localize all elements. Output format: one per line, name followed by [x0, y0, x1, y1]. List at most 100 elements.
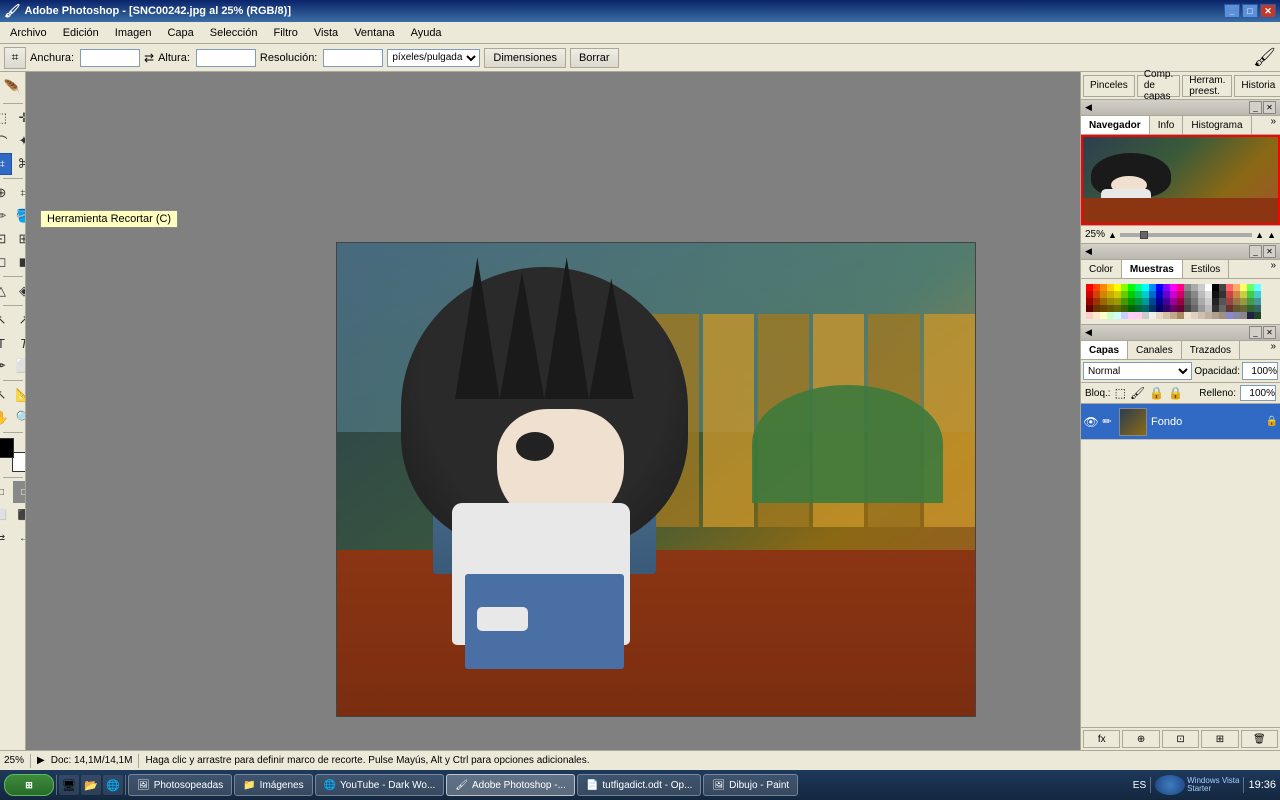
- color-cell-81[interactable]: [1128, 305, 1135, 312]
- color-cell-49[interactable]: [1254, 291, 1261, 298]
- document-canvas[interactable]: [336, 242, 976, 717]
- menu-imagen[interactable]: Imagen: [107, 25, 160, 41]
- color-cell-27[interactable]: [1100, 291, 1107, 298]
- canales-tab[interactable]: Canales: [1128, 341, 1182, 359]
- color-cell-63[interactable]: [1177, 298, 1184, 305]
- color-cell-96[interactable]: [1233, 305, 1240, 312]
- color-cell-10[interactable]: [1156, 284, 1163, 291]
- color-cell-18[interactable]: [1212, 284, 1219, 291]
- color-cell-4[interactable]: [1114, 284, 1121, 291]
- color-cell-29[interactable]: [1114, 291, 1121, 298]
- color-cell-82[interactable]: [1135, 305, 1142, 312]
- color-cell-102[interactable]: [1100, 312, 1107, 319]
- layer-brush-icon[interactable]: ✏: [1099, 414, 1115, 430]
- color-cell-95[interactable]: [1226, 305, 1233, 312]
- zoom-tool[interactable]: 🔍: [13, 407, 26, 429]
- color-cell-32[interactable]: [1135, 291, 1142, 298]
- color-cell-74[interactable]: [1254, 298, 1261, 305]
- lasso-tool[interactable]: ⌒: [0, 130, 12, 152]
- status-arrow[interactable]: ▶: [37, 755, 45, 766]
- color-cell-110[interactable]: [1156, 312, 1163, 319]
- color-cell-99[interactable]: [1254, 305, 1261, 312]
- fullscreen-view-btn[interactable]: ⬛: [13, 504, 26, 526]
- color-cell-105[interactable]: [1121, 312, 1128, 319]
- color-cell-52[interactable]: [1100, 298, 1107, 305]
- delete-layer-btn[interactable]: 🗑: [1241, 730, 1278, 748]
- color-cell-115[interactable]: [1191, 312, 1198, 319]
- maximize-button[interactable]: □: [1242, 4, 1258, 18]
- menu-seleccion[interactable]: Selección: [202, 25, 266, 41]
- color-cell-34[interactable]: [1149, 291, 1156, 298]
- color-cell-93[interactable]: [1212, 305, 1219, 312]
- color-cell-20[interactable]: [1226, 284, 1233, 291]
- color-cell-85[interactable]: [1156, 305, 1163, 312]
- color-cell-122[interactable]: [1240, 312, 1247, 319]
- move-tool[interactable]: ✛: [13, 107, 26, 129]
- anchura-input[interactable]: [80, 49, 140, 67]
- brush-tool[interactable]: ✏: [0, 205, 12, 227]
- lock-transparent-btn[interactable]: ⬚: [1115, 386, 1126, 400]
- color-cell-56[interactable]: [1128, 298, 1135, 305]
- color-cell-72[interactable]: [1240, 298, 1247, 305]
- lock-all-btn[interactable]: 🔒: [1168, 386, 1183, 400]
- color-cell-13[interactable]: [1177, 284, 1184, 291]
- color-cell-3[interactable]: [1107, 284, 1114, 291]
- resolucion-input[interactable]: [323, 49, 383, 67]
- color-cell-106[interactable]: [1128, 312, 1135, 319]
- color-cell-67[interactable]: [1205, 298, 1212, 305]
- pattern-stamp-tool[interactable]: ⊞: [13, 228, 26, 250]
- nav-expand-btn[interactable]: »: [1266, 116, 1280, 134]
- color-cell-100[interactable]: [1086, 312, 1093, 319]
- layer-row-fondo[interactable]: 👁 ✏ Fondo 🔒: [1081, 404, 1280, 440]
- color-cell-108[interactable]: [1142, 312, 1149, 319]
- background-color-swatch[interactable]: [12, 452, 27, 472]
- close-button[interactable]: ✕: [1260, 4, 1276, 18]
- color-cell-83[interactable]: [1142, 305, 1149, 312]
- eyedropper-tool[interactable]: ⌗: [13, 182, 26, 204]
- color-cell-89[interactable]: [1184, 305, 1191, 312]
- shape-tool[interactable]: ⬜: [13, 355, 26, 377]
- navegador-tab[interactable]: Navegador: [1081, 116, 1150, 134]
- fill-input[interactable]: [1240, 385, 1276, 401]
- comp-capas-tab[interactable]: Comp. de capas: [1137, 75, 1180, 97]
- color-cell-119[interactable]: [1219, 312, 1226, 319]
- color-cell-64[interactable]: [1184, 298, 1191, 305]
- quick-launch-1[interactable]: 🖥: [59, 775, 79, 795]
- zoom-slider[interactable]: [1120, 233, 1252, 237]
- zoom-thumb[interactable]: [1140, 231, 1148, 239]
- estilos-tab[interactable]: Estilos: [1183, 260, 1229, 278]
- blur-tool[interactable]: ◈: [13, 280, 26, 302]
- color-cell-26[interactable]: [1093, 291, 1100, 298]
- taskbar-imagenes[interactable]: 📁 Imágenes: [234, 774, 312, 796]
- hand-tool[interactable]: ✋: [0, 407, 12, 429]
- color-cell-24[interactable]: [1254, 284, 1261, 291]
- text-v-tool[interactable]: T: [13, 332, 26, 354]
- color-panel-minimize[interactable]: _: [1249, 245, 1262, 258]
- color-cell-113[interactable]: [1177, 312, 1184, 319]
- color-cell-123[interactable]: [1247, 312, 1254, 319]
- herram-preest-tab[interactable]: Herram. preest.: [1182, 75, 1232, 97]
- color-cell-107[interactable]: [1135, 312, 1142, 319]
- color-expand-btn[interactable]: »: [1266, 260, 1280, 278]
- magic-wand-tool[interactable]: ✦: [13, 130, 26, 152]
- color-cell-69[interactable]: [1219, 298, 1226, 305]
- color-cell-87[interactable]: [1170, 305, 1177, 312]
- menu-filtro[interactable]: Filtro: [265, 25, 305, 41]
- color-cell-11[interactable]: [1163, 284, 1170, 291]
- color-cell-84[interactable]: [1149, 305, 1156, 312]
- new-group-btn[interactable]: ⊡: [1162, 730, 1199, 748]
- color-cell-57[interactable]: [1135, 298, 1142, 305]
- color-cell-16[interactable]: [1198, 284, 1205, 291]
- nav-minimize-btn[interactable]: _: [1249, 101, 1262, 114]
- nav-close-btn[interactable]: ✕: [1263, 101, 1276, 114]
- color-cell-101[interactable]: [1093, 312, 1100, 319]
- color-panel-close[interactable]: ✕: [1263, 245, 1276, 258]
- color-cell-45[interactable]: [1226, 291, 1233, 298]
- tool-options-icon[interactable]: ⌗: [4, 47, 26, 69]
- standard-mode-btn[interactable]: □: [0, 481, 12, 503]
- menu-ayuda[interactable]: Ayuda: [403, 25, 450, 41]
- color-cell-59[interactable]: [1149, 298, 1156, 305]
- layer-visibility-eye[interactable]: 👁: [1083, 414, 1099, 430]
- lock-image-btn[interactable]: 🖌: [1130, 386, 1145, 400]
- color-cell-117[interactable]: [1205, 312, 1212, 319]
